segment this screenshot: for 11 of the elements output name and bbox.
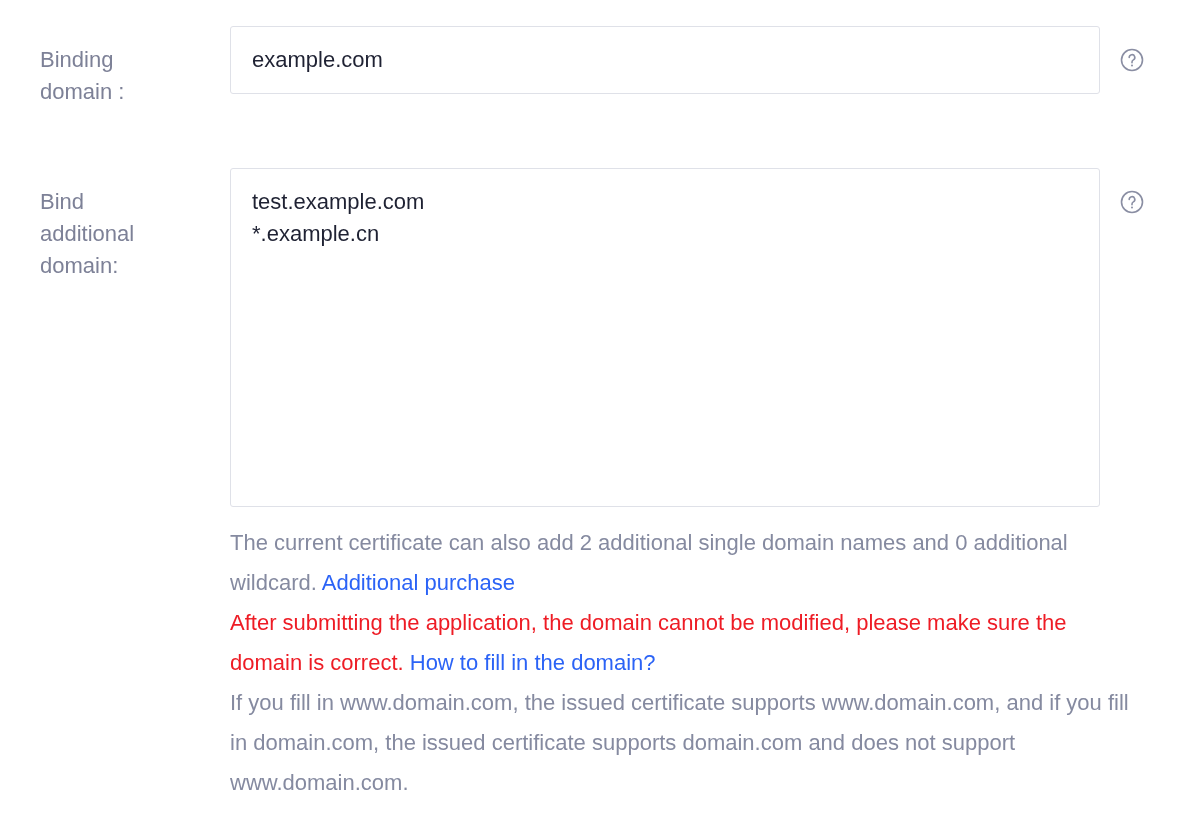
field-label: Bind additional domain: <box>40 188 136 280</box>
help-link[interactable]: Additional purchase <box>321 570 515 595</box>
domain-input[interactable]: example.com <box>230 26 1100 94</box>
hint-text: The current certificate can also add 2 additional single domain names and 0 additional wildcard. Additional purchase <box>230 529 1069 597</box>
help-icon[interactable] <box>1120 48 1144 72</box>
help-icon[interactable] <box>1120 190 1144 214</box>
field-label: Binding domain : <box>40 46 126 106</box>
domain-textarea[interactable]: test.example.com *.example.cn <box>230 168 1100 507</box>
warning-text: After submitting the application, the domain cannot be modified, please make sure the domain is correct. How to fill in the domain? <box>230 609 1068 677</box>
hint-text: If you fill in www.domain.com, the issued certificate supports www.domain.com, and if you fill in domain.com, the issued certificate supports domain.com and does not support www.domain.com. <box>230 689 1130 797</box>
help-link[interactable]: How to fill in the domain? <box>409 650 656 675</box>
